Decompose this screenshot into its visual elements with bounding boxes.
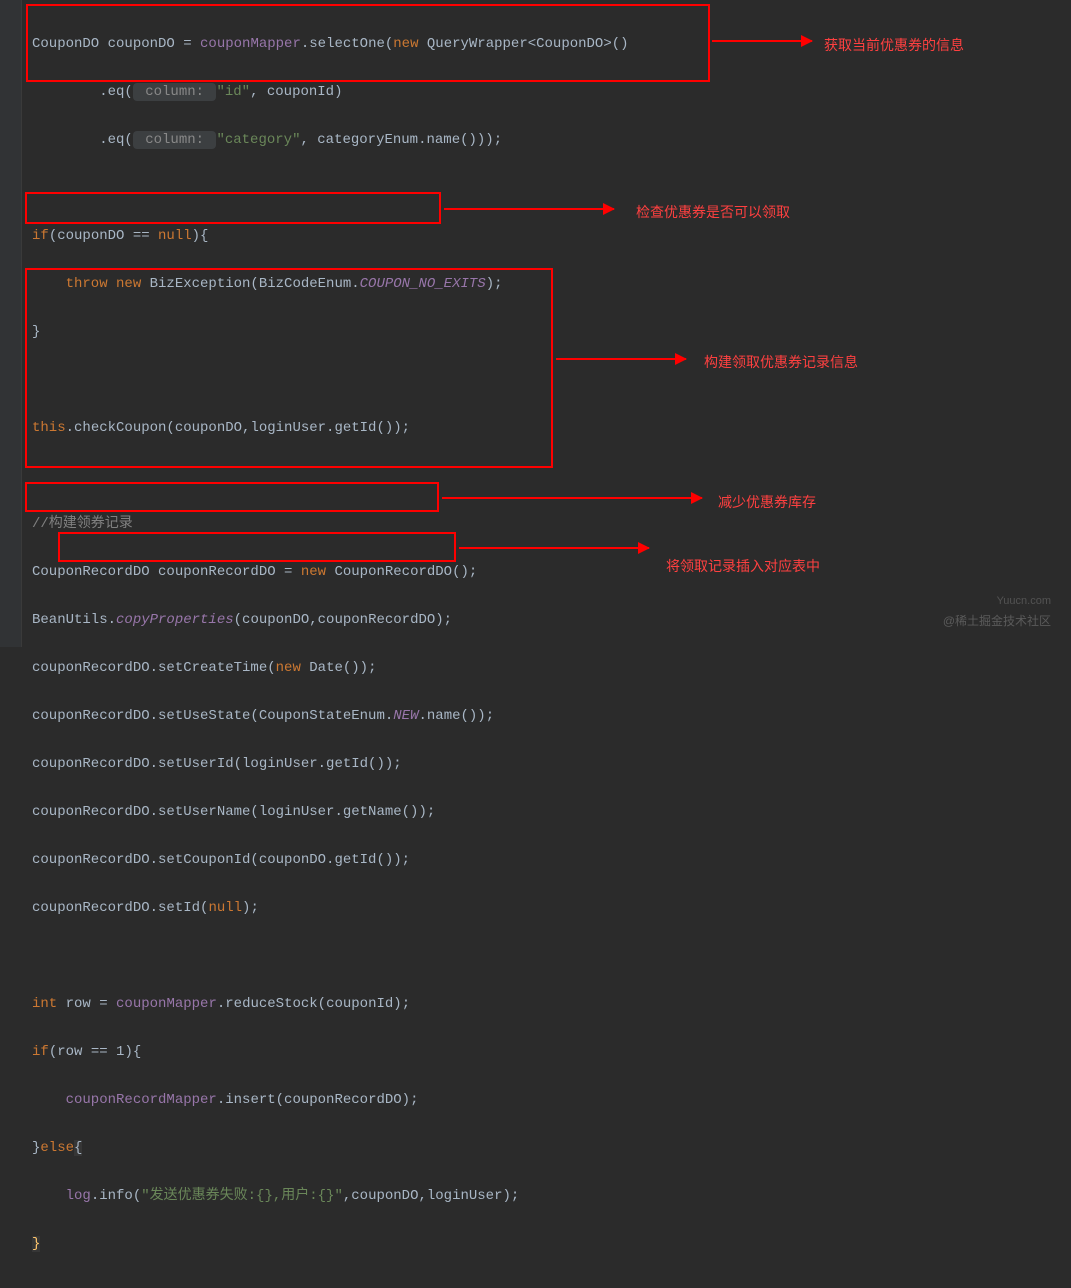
arrow-4	[442, 497, 702, 499]
code-line: if(couponDO == null){	[32, 224, 1071, 248]
code-line: .eq( column: "id", couponId)	[32, 80, 1071, 104]
code-line: couponRecordDO.setUserId(loginUser.getId…	[32, 752, 1071, 776]
parameter-hint: column:	[133, 83, 217, 101]
annotation-2: 检查优惠券是否可以领取	[636, 200, 790, 224]
code-line: couponRecordDO.setUserName(loginUser.get…	[32, 800, 1071, 824]
watermark: @稀土掘金技术社区	[943, 609, 1051, 633]
annotation-1: 获取当前优惠券的信息	[824, 33, 964, 57]
code-line: couponRecordDO.setCreateTime(new Date())…	[32, 656, 1071, 680]
code-line: couponRecordDO.setId(null);	[32, 896, 1071, 920]
code-line: couponRecordDO.setCouponId(couponDO.getI…	[32, 848, 1071, 872]
code-line	[32, 464, 1071, 488]
code-editor[interactable]: CouponDO couponDO = couponMapper.selectO…	[0, 0, 1071, 1288]
code-line: this.checkCoupon(couponDO,loginUser.getI…	[32, 416, 1071, 440]
code-line: }	[32, 320, 1071, 344]
arrow-2	[444, 208, 614, 210]
parameter-hint: column:	[133, 131, 217, 149]
code-line: BeanUtils.copyProperties(couponDO,coupon…	[32, 608, 1071, 632]
code-line: }	[32, 1232, 1071, 1256]
code-line: int row = couponMapper.reduceStock(coupo…	[32, 992, 1071, 1016]
code-line: CouponRecordDO couponRecordDO = new Coup…	[32, 560, 1071, 584]
arrow-3	[556, 358, 686, 360]
code-line: //构建领券记录	[32, 512, 1071, 536]
annotation-4: 减少优惠券库存	[718, 490, 816, 514]
code-line: if(row == 1){	[32, 1040, 1071, 1064]
code-line: log.info("发送优惠券失败:{},用户:{}",couponDO,log…	[32, 1184, 1071, 1208]
arrow-1	[712, 40, 812, 42]
arrow-5	[459, 547, 649, 549]
code-line: }else{	[32, 1136, 1071, 1160]
annotation-5: 将领取记录插入对应表中	[666, 554, 820, 578]
code-line	[32, 944, 1071, 968]
code-line: .eq( column: "category", categoryEnum.na…	[32, 128, 1071, 152]
code-line	[32, 368, 1071, 392]
code-line: throw new BizException(BizCodeEnum.COUPO…	[32, 272, 1071, 296]
annotation-3: 构建领取优惠券记录信息	[704, 350, 858, 374]
code-line: couponRecordMapper.insert(couponRecordDO…	[32, 1088, 1071, 1112]
code-line: couponRecordDO.setUseState(CouponStateEn…	[32, 704, 1071, 728]
code-line	[32, 176, 1071, 200]
